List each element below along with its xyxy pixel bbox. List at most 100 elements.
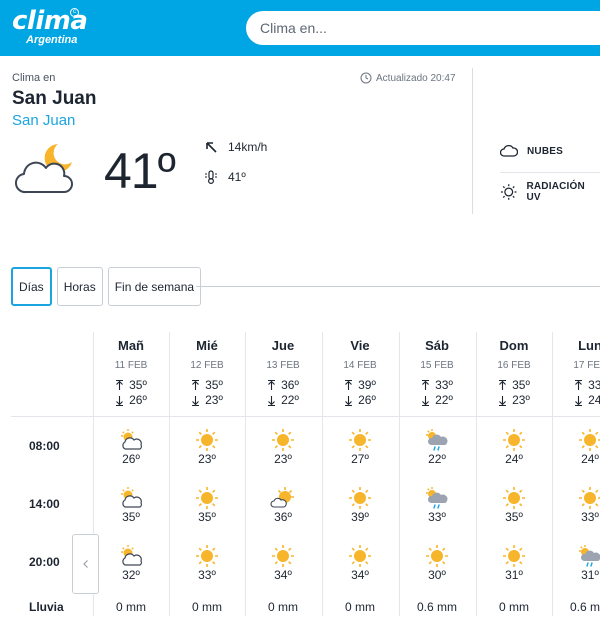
day-date: 14 FEB xyxy=(343,360,377,371)
city-name: San Juan xyxy=(12,88,97,109)
day-min: 24º xyxy=(552,393,600,407)
slot-temp: 34º xyxy=(274,568,292,582)
slot-temp: 27º xyxy=(351,452,369,466)
divider xyxy=(500,172,600,173)
arrow-down-icon xyxy=(191,395,200,406)
sun-icon xyxy=(501,486,527,510)
day-min: 23º xyxy=(476,393,552,407)
sun-rain-cloud-icon xyxy=(424,486,450,510)
arrow-up-icon xyxy=(574,379,583,391)
clock-icon xyxy=(360,72,372,84)
rain-value: 0.6 mm xyxy=(569,600,600,614)
province-link[interactable]: San Juan xyxy=(12,112,75,129)
arrow-down-icon xyxy=(115,395,124,406)
arrow-up-icon xyxy=(191,379,200,391)
day-name: Vie xyxy=(350,338,370,353)
slot-temp: 34º xyxy=(351,568,369,582)
sun-cloud-icon xyxy=(118,486,144,510)
hour-label: 08:00 xyxy=(29,439,60,453)
day-name: Lun xyxy=(578,338,600,353)
arrow-up-icon xyxy=(498,379,507,391)
current-temperature: 41º xyxy=(104,143,176,199)
day-column[interactable]: Lun17 FEB33º24º24º33º31º0.6 mm xyxy=(552,332,600,620)
min-temp: 22º xyxy=(281,393,299,407)
day-min: 23º xyxy=(169,393,245,407)
sun-icon xyxy=(194,544,220,568)
day-min: 22º xyxy=(399,393,475,407)
tab-dias[interactable]: Días xyxy=(11,267,52,306)
logo[interactable]: clima c Argentina xyxy=(12,6,88,50)
max-temp: 33º xyxy=(435,378,453,392)
day-max: 35º xyxy=(169,378,245,392)
day-name: Jue xyxy=(271,338,295,353)
day-max: 39º xyxy=(322,378,398,392)
moon-cloud-icon xyxy=(15,144,73,194)
feels-like-temp: 41º xyxy=(228,170,246,184)
rain-value: 0 mm xyxy=(499,600,529,614)
previous-button[interactable] xyxy=(72,534,99,594)
day-column[interactable]: Sáb 15 FEB 33º 22º 22º 33º 30º 0.6 mm xyxy=(399,332,475,620)
search-placeholder: Clima en... xyxy=(260,20,327,36)
arrow-up-icon xyxy=(115,379,124,391)
arrow-down-icon xyxy=(344,395,353,406)
day-date: 13 FEB xyxy=(266,360,300,371)
slot-temp: 23º xyxy=(274,452,292,466)
sun-icon xyxy=(347,486,373,510)
thermometer-icon xyxy=(205,170,217,184)
day-name: Mañ xyxy=(118,338,144,353)
sun-icon xyxy=(424,544,450,568)
forecast-tabs: Días Horas Fin de semana xyxy=(11,267,202,306)
sun-icon xyxy=(194,428,220,452)
rain-value: 0.6 mm xyxy=(416,600,457,614)
day-max: 36º xyxy=(245,378,321,392)
rain-value: 0 mm xyxy=(345,600,375,614)
max-temp: 33º xyxy=(588,378,600,392)
max-temp: 39º xyxy=(358,378,376,392)
logo-mark: c xyxy=(70,8,79,17)
wind-direction-icon xyxy=(206,142,217,153)
day-column[interactable]: Vie 14 FEB 39º 26º 27º 39º 34º 0 mm xyxy=(322,332,398,620)
arrow-up-icon xyxy=(344,379,353,391)
rain-value: 0 mm xyxy=(116,600,146,614)
slot-temp: 33º xyxy=(581,510,599,524)
day-column[interactable]: Jue 13 FEB 36º 22º 23º 36º 34º 0 mm xyxy=(245,332,321,620)
sun-icon xyxy=(270,544,296,568)
forecast-grid: 08:00 14:00 20:00 Lluvia Mañ 11 FEB 35º 26º… xyxy=(11,332,600,620)
sun-icon xyxy=(347,428,373,452)
arrow-up-icon xyxy=(267,379,276,391)
day-column[interactable]: Mañ 11 FEB 35º 26º 26º 35º 32º 0 mm xyxy=(93,332,169,620)
uv-label: RADIACIÓN UV xyxy=(526,181,585,203)
search-input[interactable]: Clima en... xyxy=(246,11,600,45)
max-temp: 36º xyxy=(281,378,299,392)
hour-label: 20:00 xyxy=(29,555,60,569)
rain-value: 0 mm xyxy=(268,600,298,614)
chevron-left-icon xyxy=(82,560,88,568)
max-temp: 35º xyxy=(512,378,530,392)
top-bar: clima c Argentina Clima en... xyxy=(0,0,600,56)
day-max: 35º xyxy=(476,378,552,392)
updated-time: Actualizado 20:47 xyxy=(360,72,456,84)
uv-item[interactable]: RADIACIÓN UV xyxy=(500,181,600,203)
min-temp: 22º xyxy=(435,393,453,407)
tab-fin-de-semana[interactable]: Fin de semana xyxy=(107,267,202,306)
sun-icon xyxy=(347,544,373,568)
clouds-item[interactable]: NUBES xyxy=(500,142,563,160)
day-column[interactable]: Mié 12 FEB 35º 23º 23º 35º 33º 0 mm xyxy=(169,332,245,620)
sun-icon xyxy=(194,486,220,510)
day-date: 11 FEB xyxy=(114,360,148,371)
slot-temp: 33º xyxy=(198,568,216,582)
sun-cloud-icon xyxy=(118,544,144,568)
tab-horas[interactable]: Horas xyxy=(56,267,103,306)
sun-rain-cloud-icon xyxy=(424,428,450,452)
min-temp: 23º xyxy=(205,393,223,407)
slot-temp: 23º xyxy=(198,452,216,466)
arrow-down-icon xyxy=(421,395,430,406)
min-temp: 26º xyxy=(129,393,147,407)
sun-icon xyxy=(577,486,600,510)
day-date: 15 FEB xyxy=(420,360,454,371)
arrow-down-icon xyxy=(574,395,583,406)
cloud-icon xyxy=(500,144,518,157)
max-temp: 35º xyxy=(129,378,147,392)
day-column[interactable]: Dom 16 FEB 35º 23º 24º 35º 31º 0 mm xyxy=(476,332,552,620)
sun-icon xyxy=(501,428,527,452)
